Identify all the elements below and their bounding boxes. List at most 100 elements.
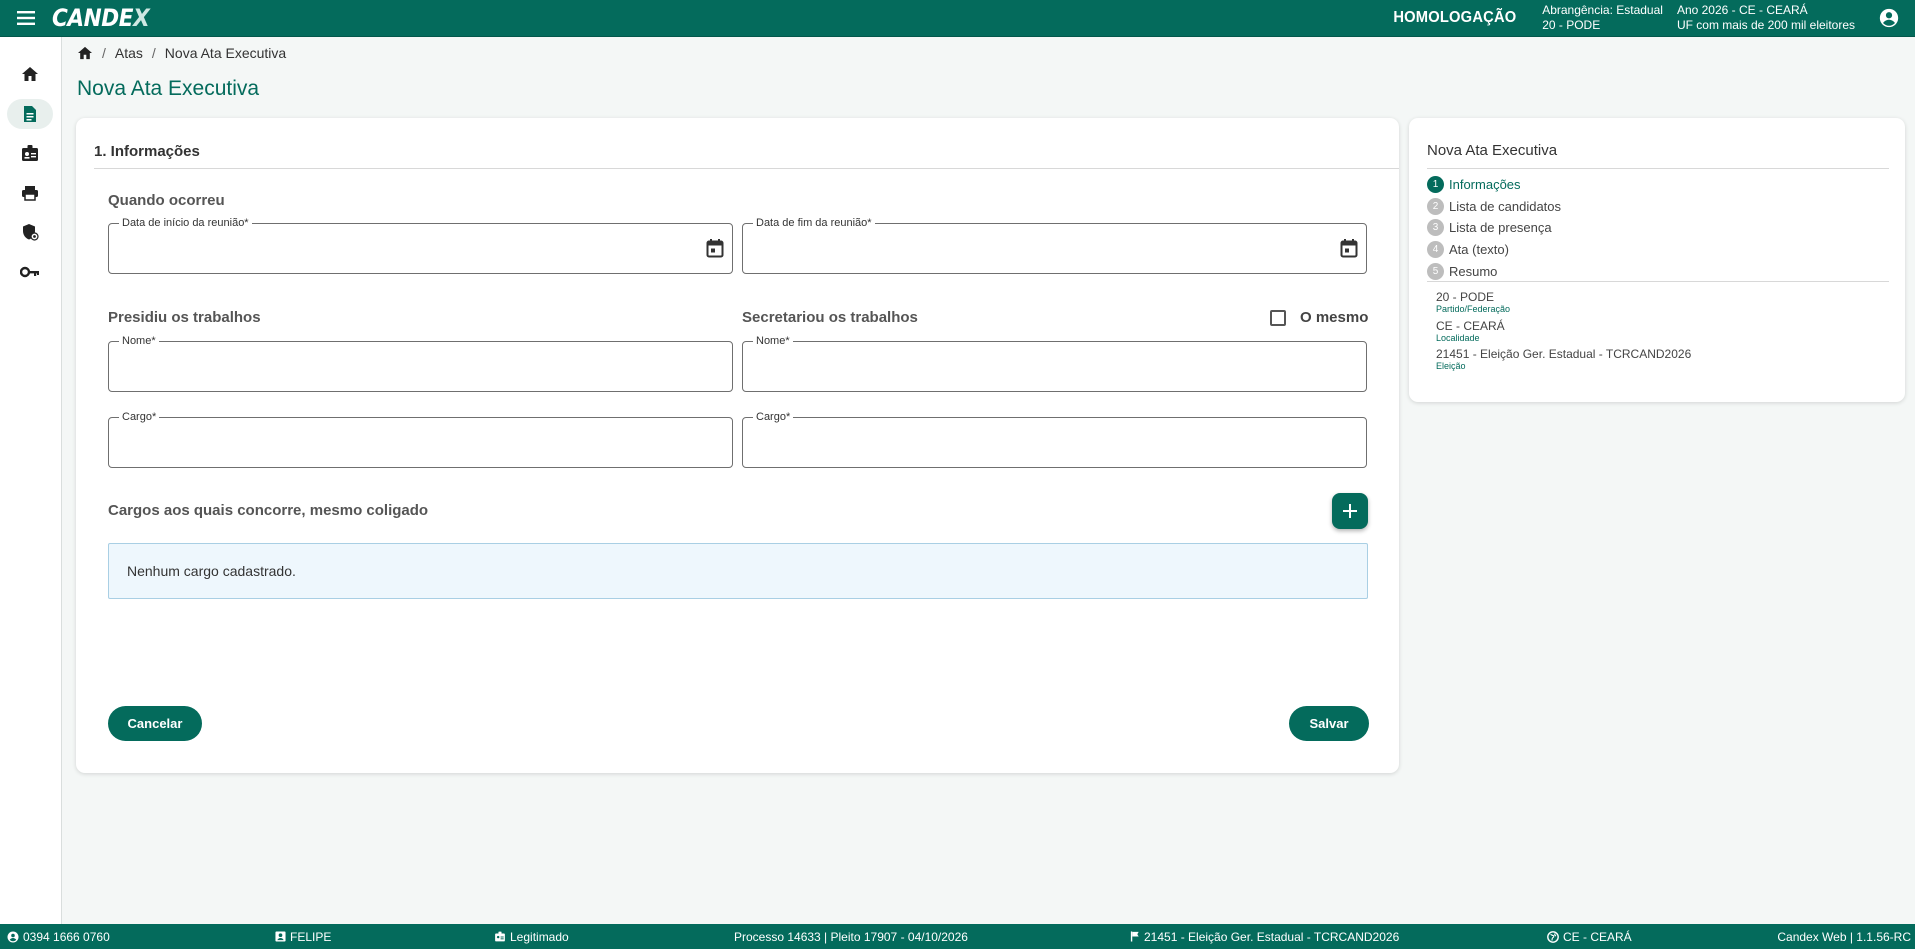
- when-label: Quando ocorreu: [108, 192, 225, 209]
- footer-version: Candex Web | 1.1.56-RC: [1777, 924, 1911, 949]
- meta-value: 20 - PODE: [1436, 290, 1495, 304]
- breadcrumb-separator: /: [102, 45, 106, 61]
- meta-label: Localidade: [1436, 333, 1480, 343]
- calendar-icon[interactable]: [706, 238, 724, 258]
- logo-x: X: [133, 4, 150, 32]
- flag-icon: [1130, 931, 1139, 942]
- menu-button[interactable]: [0, 0, 52, 37]
- breadcrumb: / Atas / Nova Ata Executiva: [77, 45, 286, 61]
- footer-status: Legitimado: [494, 924, 569, 949]
- footer-version-text: Candex Web | 1.1.56-RC: [1777, 929, 1911, 944]
- start-date-field[interactable]: Data de início da reunião*: [108, 217, 733, 274]
- same-checkbox-wrap[interactable]: O mesmo: [1270, 309, 1368, 326]
- footer-location-text: CE - CEARÁ: [1563, 929, 1632, 944]
- scope-line-2: 20 - PODE: [1542, 18, 1601, 32]
- home-icon: [22, 67, 38, 81]
- secretary-name-field[interactable]: Nome*: [742, 335, 1367, 392]
- cancel-button[interactable]: Cancelar: [108, 706, 202, 741]
- secretary-role-field[interactable]: Cargo*: [742, 411, 1367, 468]
- sidebar-item-documents[interactable]: [7, 99, 53, 129]
- footer-phone-text: 0394 1666 0760: [23, 929, 110, 944]
- account-circle-icon: [7, 931, 19, 942]
- president-role-label: Cargo*: [119, 411, 160, 424]
- save-button[interactable]: Salvar: [1289, 706, 1369, 741]
- sidebar-item-keys[interactable]: [7, 257, 53, 287]
- positions-label: Cargos aos quais concorre, mesmo coligad…: [108, 502, 429, 519]
- status-bar: 0394 1666 0760 FELIPE Legitimado Process…: [0, 924, 1915, 949]
- step-item[interactable]: 4 Ata (texto): [1427, 239, 1561, 261]
- breadcrumb-item-atas[interactable]: Atas: [115, 45, 143, 61]
- step-number: 5: [1427, 262, 1444, 280]
- top-app-bar: CANDEX HOMOLOGAÇÃO Abrangência: Estadual…: [0, 0, 1915, 37]
- step-item[interactable]: 3 Lista de presença: [1427, 217, 1561, 239]
- page-title: Nova Ata Executiva: [77, 77, 260, 100]
- breadcrumb-separator: /: [151, 45, 156, 61]
- step-label: Resumo: [1449, 263, 1498, 279]
- sidebar-item-print[interactable]: [7, 178, 53, 208]
- calendar-icon[interactable]: [1340, 238, 1358, 258]
- footer-status-text: Legitimado: [510, 929, 569, 944]
- end-date-field[interactable]: Data de fim da reunião*: [742, 217, 1367, 274]
- footer-process: Processo 14633 | Pleito 17907 - 04/10/20…: [734, 924, 968, 949]
- end-date-label: Data de fim da reunião*: [753, 217, 875, 230]
- footer-location: CE - CEARÁ: [1547, 924, 1632, 949]
- shield-icon: [23, 224, 39, 241]
- presided-label: Presidiu os trabalhos: [108, 309, 261, 326]
- step-item[interactable]: 1 Informações: [1427, 174, 1561, 196]
- year-line-1: Ano 2026 - CE - CEARÁ: [1676, 3, 1808, 17]
- badge-icon: [495, 931, 505, 942]
- scope-info: Abrangência: Estadual 20 - PODE: [1542, 3, 1663, 33]
- year-line-2: UF com mais de 200 mil eleitores: [1676, 18, 1855, 32]
- progress-divider: [1427, 168, 1889, 169]
- same-checkbox[interactable]: [1270, 309, 1286, 326]
- start-date-label: Data de início da reunião*: [119, 217, 252, 230]
- scope-line-1: Abrangência: Estadual: [1542, 3, 1663, 17]
- step-number: 2: [1427, 197, 1444, 215]
- step-item[interactable]: 2 Lista de candidatos: [1427, 196, 1561, 218]
- footer-process-text: Processo 14633 | Pleito 17907 - 04/10/20…: [734, 929, 968, 944]
- sidebar-item-security[interactable]: [7, 217, 53, 247]
- account-button[interactable]: [1869, 0, 1909, 37]
- president-role-field[interactable]: Cargo*: [108, 411, 733, 468]
- footer-phone: 0394 1666 0760: [7, 924, 110, 949]
- plus-icon: [1343, 504, 1357, 518]
- secretary-name-label: Nome*: [753, 335, 793, 348]
- step-label: Informações: [1449, 177, 1521, 193]
- meta-label: Partido/Federação: [1436, 304, 1511, 314]
- meta-election: 21451 - Eleição Ger. Estadual - TCRCAND2…: [1436, 348, 1691, 372]
- secretary-role-label: Cargo*: [753, 411, 794, 424]
- president-name-label: Nome*: [119, 335, 159, 348]
- progress-card: Nova Ata Executiva 1 Informações 2 Lista…: [1409, 118, 1905, 402]
- meta-divider: [1427, 281, 1889, 282]
- president-name-field[interactable]: Nome*: [108, 335, 733, 392]
- form-card: 1. Informações Quando ocorreu Data de in…: [76, 118, 1399, 773]
- candex-logo[interactable]: CANDEX: [52, 4, 150, 32]
- environment-label: HOMOLOGAÇÃO: [1393, 9, 1517, 26]
- sidebar-item-home[interactable]: [7, 59, 53, 89]
- step-label: Ata (texto): [1449, 242, 1509, 258]
- sidebar-item-candidates[interactable]: [7, 138, 53, 168]
- meta-label: Eleição: [1436, 361, 1466, 371]
- section-title: 1. Informações: [94, 143, 200, 160]
- home-icon[interactable]: [77, 46, 93, 60]
- section-divider: [94, 168, 1399, 169]
- empty-positions-message: Nenhum cargo cadastrado.: [108, 543, 1368, 599]
- account-circle-icon: [1879, 8, 1899, 28]
- step-item[interactable]: 5 Resumo: [1427, 260, 1561, 282]
- contact-card-icon: [275, 931, 286, 942]
- add-position-button[interactable]: [1332, 493, 1368, 529]
- step-number: 4: [1427, 241, 1444, 259]
- logo-text: CANDE: [52, 4, 134, 32]
- sidebar: [0, 37, 62, 924]
- meta-party: 20 - PODE Partido/Federação: [1436, 291, 1510, 315]
- secretary-label: Secretariou os trabalhos: [742, 309, 918, 326]
- step-number: 1: [1427, 176, 1444, 194]
- id-badge-icon: [22, 145, 38, 161]
- step-label: Lista de candidatos: [1449, 198, 1562, 214]
- meta-location: CE - CEARÁ Localidade: [1436, 320, 1505, 344]
- steps-list: 1 Informações 2 Lista de candidatos 3 Li…: [1427, 174, 1561, 282]
- breadcrumb-item-current: Nova Ata Executiva: [164, 45, 287, 61]
- document-icon: [24, 106, 36, 122]
- meta-value: CE - CEARÁ: [1436, 319, 1505, 333]
- globe-icon: [1547, 930, 1559, 943]
